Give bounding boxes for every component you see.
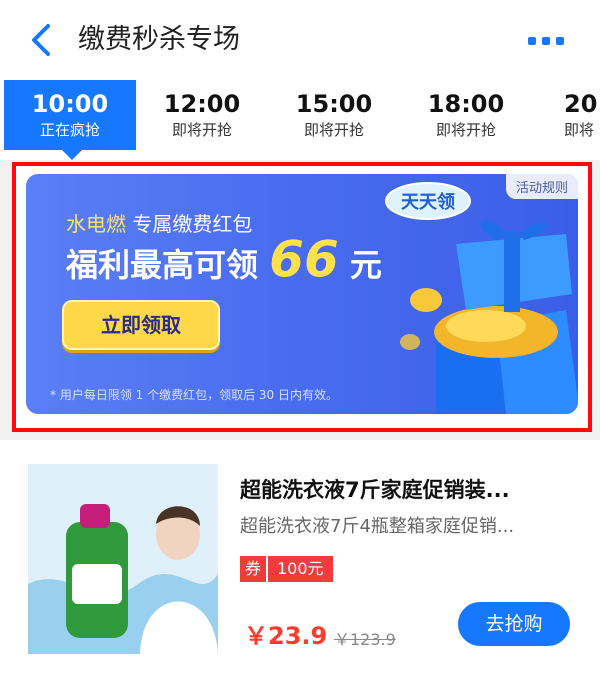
activity-rules-link[interactable]: 活动规则: [505, 174, 578, 199]
banner-subtitle: 水电燃 专属缴费红包: [66, 208, 252, 237]
product-card[interactable]: 超能洗衣液7斤家庭促销装... 超能洗衣液7斤4瓶整箱家庭促销... 券 100…: [0, 440, 600, 693]
coupon-value: 100元: [268, 556, 333, 582]
tab-status: 即将开抢: [435, 121, 496, 139]
more-dots-icon[interactable]: [528, 34, 568, 48]
tab-2000[interactable]: 20 即将: [532, 80, 600, 150]
product-subtitle: 超能洗衣液7斤4瓶整箱家庭促销...: [240, 516, 515, 537]
tab-1000[interactable]: 10:00 正在疯抢: [4, 80, 136, 160]
tab-time: 12:00: [163, 90, 241, 118]
coupon-badge: 券 100元: [240, 556, 333, 582]
time-slot-tabs: 10:00 正在疯抢 12:00 即将开抢 15:00 即将开抢 18:00 即…: [0, 80, 600, 160]
tab-status: 即将开抢: [303, 121, 364, 139]
highlighted-banner-frame: 活动规则 天天领 水电燃 专属缴费红包 福利最高可领 66 元 立即领取 * 用…: [12, 162, 592, 432]
promo-banner[interactable]: 活动规则 天天领 水电燃 专属缴费红包 福利最高可领 66 元 立即领取 * 用…: [26, 174, 578, 414]
headline-unit: 元: [349, 246, 382, 284]
banner-headline: 福利最高可领 66 元: [66, 234, 382, 288]
original-price: ￥123.9: [334, 630, 396, 649]
sale-price: ￥23.9: [244, 622, 328, 650]
tab-time: 10:00: [31, 90, 109, 118]
tab-1800[interactable]: 18:00 即将开抢: [400, 80, 532, 150]
headline-amount: 66: [269, 230, 339, 288]
product-title[interactable]: 超能洗衣液7斤家庭促销装...: [240, 474, 580, 504]
buy-now-button[interactable]: 去抢购: [458, 602, 570, 646]
header-bar: 缴费秒杀专场: [0, 0, 600, 81]
gift-box-icon: [400, 220, 578, 414]
product-image: [28, 464, 218, 654]
tab-status: 即将: [564, 121, 595, 139]
tab-1200[interactable]: 12:00 即将开抢: [136, 80, 268, 150]
tab-1500[interactable]: 15:00 即将开抢: [268, 80, 400, 150]
tab-time: 15:00: [295, 90, 373, 118]
tab-time: 18:00: [427, 90, 505, 118]
banner-subtitle-text: 专属缴费红包: [132, 212, 253, 236]
daily-badge-text: 天天领: [401, 191, 455, 213]
banner-footnote: * 用户每日限领 1 个缴费红包，领取后 30 日内有效。: [50, 388, 338, 402]
tab-status: 正在疯抢: [39, 121, 100, 139]
page-title: 缴费秒杀专场: [78, 24, 240, 55]
coupon-tag: 券: [240, 556, 266, 582]
banner-subtitle-highlight: 水电燃: [66, 212, 126, 236]
tab-time: 20: [564, 90, 598, 118]
tab-status: 即将开抢: [171, 121, 232, 139]
headline-prefix: 福利最高可领: [66, 246, 259, 284]
claim-now-button[interactable]: 立即领取: [62, 300, 220, 350]
chevron-left-icon[interactable]: [28, 22, 54, 58]
